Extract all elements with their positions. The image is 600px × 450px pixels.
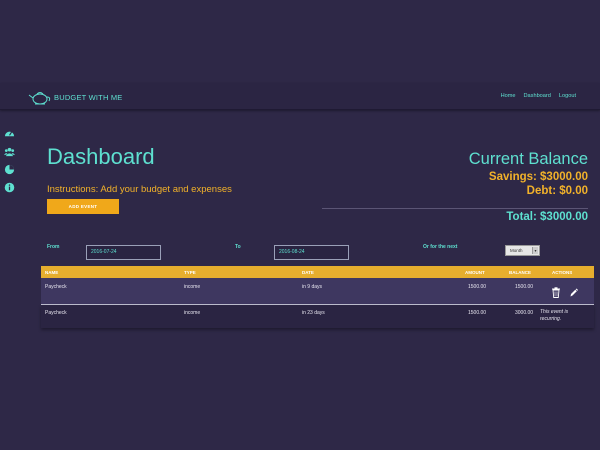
savings-value: Savings: $3000.00 bbox=[488, 171, 588, 183]
top-navbar: BUDGET WITH ME Home Dashboard Logout bbox=[0, 83, 600, 110]
users-icon[interactable] bbox=[4, 146, 15, 157]
nav-link-dashboard[interactable]: Dashboard bbox=[524, 93, 551, 99]
col-balance-header[interactable]: BALANCE bbox=[509, 270, 531, 275]
cell-balance: 3000.00 bbox=[515, 310, 534, 316]
col-amount-header[interactable]: AMOUNT bbox=[465, 270, 485, 275]
balance-title: Current Balance bbox=[468, 150, 588, 168]
cell-type: income bbox=[184, 284, 201, 290]
col-actions-header: ACTIONS bbox=[552, 270, 573, 275]
instructions-text: Instructions: Add your budget and expens… bbox=[47, 184, 232, 195]
cell-amount: 1500.00 bbox=[468, 310, 487, 316]
from-label: From bbox=[47, 244, 60, 250]
table-row[interactable]: Paycheck income in 9 days 1500.00 1500.0… bbox=[41, 278, 594, 305]
nav-links: Home Dashboard Logout bbox=[501, 93, 576, 99]
chevron-down-icon: ▾ bbox=[532, 247, 538, 254]
brand-name: BUDGET WITH ME bbox=[54, 92, 123, 102]
teapot-icon bbox=[28, 92, 51, 105]
info-icon[interactable] bbox=[4, 182, 15, 193]
next-period-label: Or for the next bbox=[423, 244, 458, 250]
add-event-button[interactable]: ADD EVENT bbox=[47, 199, 119, 214]
table-header: NAME TYPE DATE AMOUNT BALANCE ACTIONS bbox=[41, 266, 594, 278]
balance-divider bbox=[322, 208, 588, 209]
nav-link-home[interactable]: Home bbox=[501, 93, 516, 99]
pencil-icon[interactable] bbox=[569, 287, 579, 298]
trash-icon[interactable] bbox=[551, 287, 561, 298]
events-table: NAME TYPE DATE AMOUNT BALANCE ACTIONS Pa… bbox=[41, 266, 594, 328]
cell-name: Paycheck bbox=[45, 284, 67, 290]
page-title: Dashboard bbox=[47, 144, 155, 169]
recurring-note: This event is recurring. bbox=[540, 309, 569, 322]
cell-name: Paycheck bbox=[45, 310, 67, 316]
app-page: BUDGET WITH ME Home Dashboard Logout Das… bbox=[0, 0, 600, 450]
gauge-icon[interactable] bbox=[4, 128, 15, 139]
balance-summary: Current Balance Savings: $3000.00 Debt: … bbox=[469, 150, 588, 197]
brand[interactable]: BUDGET WITH ME bbox=[28, 88, 123, 106]
to-label: To bbox=[235, 244, 241, 250]
table-row[interactable]: Paycheck income in 23 days 1500.00 3000.… bbox=[41, 305, 594, 328]
col-name-header[interactable]: NAME bbox=[45, 270, 58, 275]
total-value: Total: $3000.00 bbox=[506, 211, 588, 223]
cell-type: income bbox=[184, 310, 201, 316]
cell-amount: 1500.00 bbox=[468, 284, 487, 290]
cell-date: in 23 days bbox=[302, 310, 325, 316]
pie-chart-icon[interactable] bbox=[4, 164, 15, 175]
cell-balance: 1500.00 bbox=[515, 284, 534, 290]
col-type-header[interactable]: TYPE bbox=[184, 270, 196, 275]
period-select[interactable]: Month ▾ bbox=[505, 245, 540, 256]
from-date-input[interactable]: 2016-07-24 bbox=[86, 245, 161, 260]
nav-link-logout[interactable]: Logout bbox=[559, 93, 576, 99]
debt-value: Debt: $0.00 bbox=[526, 185, 588, 197]
period-select-value: Month bbox=[510, 248, 523, 253]
col-date-header[interactable]: DATE bbox=[302, 270, 314, 275]
to-date-input[interactable]: 2016-08-24 bbox=[274, 245, 349, 260]
sidebar bbox=[4, 128, 16, 200]
cell-date: in 9 days bbox=[302, 284, 323, 290]
